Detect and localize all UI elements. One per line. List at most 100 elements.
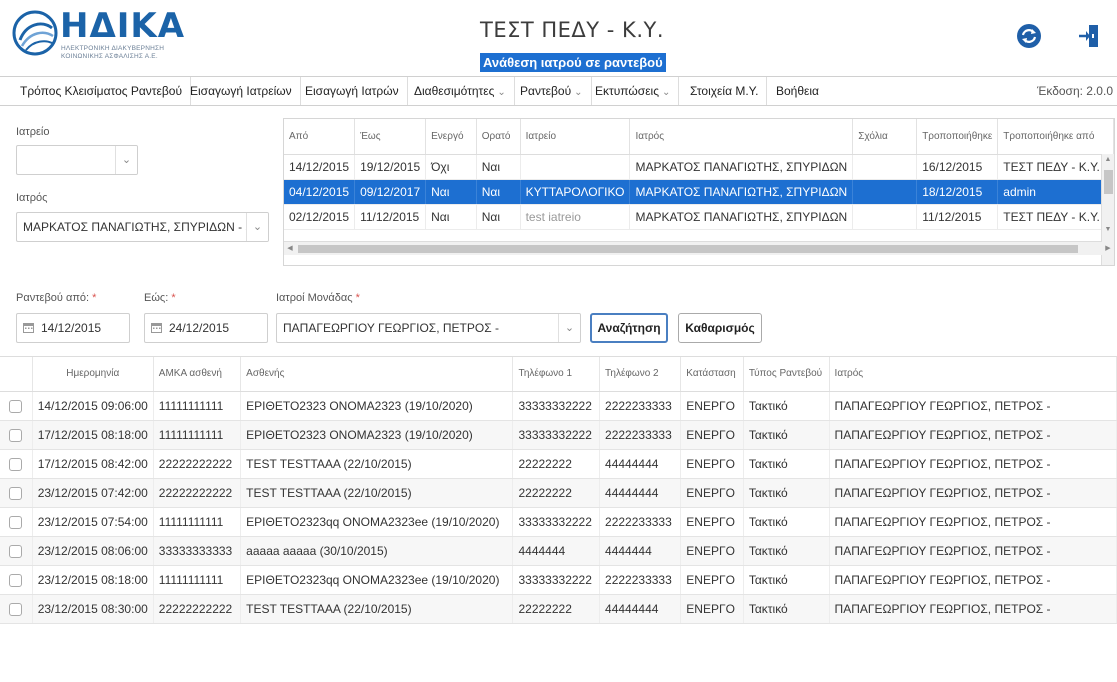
col-doctor[interactable]: Ιατρός bbox=[829, 357, 1117, 392]
appointment-row[interactable]: 23/12/2015 07:42:00 22222222222 TEST TES… bbox=[0, 478, 1117, 508]
cell-patient: TEST TESTTAAA (22/10/2015) bbox=[240, 594, 514, 624]
appointment-row[interactable]: 17/12/2015 08:42:00 22222222222 TEST TES… bbox=[0, 449, 1117, 479]
col-from[interactable]: Από bbox=[284, 119, 356, 155]
col-phone2[interactable]: Τηλέφωνο 2 bbox=[599, 357, 682, 392]
appointment-row[interactable]: 23/12/2015 07:54:00 11111111111 ΕΡΙΘΕΤΟ2… bbox=[0, 507, 1117, 537]
cell-modified-by: ΤΕΣΤ ΠΕΔΥ - Κ.Υ. bbox=[997, 154, 1114, 180]
menu-appointment-closing-mode[interactable]: Τρόπος Κλεισίματος Ραντεβού bbox=[12, 77, 192, 105]
chevron-down-icon: ⌄ bbox=[246, 213, 268, 241]
app-title: ΤΕΣΤ ΠΕΔΥ - Κ.Υ. bbox=[480, 18, 664, 42]
menu-help[interactable]: Βοήθεια bbox=[768, 77, 827, 105]
menu-availabilities[interactable]: Διαθεσιμότητες ⌄ bbox=[406, 77, 515, 105]
row-checkbox[interactable] bbox=[9, 515, 23, 529]
cell-phone2: 2222233333 bbox=[599, 420, 682, 450]
col-amka[interactable]: ΑΜΚΑ ασθενή bbox=[153, 357, 242, 392]
refresh-icon[interactable] bbox=[1016, 23, 1042, 49]
appointment-row[interactable]: 23/12/2015 08:18:00 11111111111 ΕΡΙΘΕΤΟ2… bbox=[0, 565, 1117, 595]
menu-unit-details[interactable]: Στοιχεία Μ.Υ. bbox=[682, 77, 768, 105]
cell-patient: ΕΡΙΘΕΤΟ2323qq ΟΝΟΜΑ2323ee (19/10/2020) bbox=[240, 565, 514, 595]
cell-phone2: 4444444 bbox=[599, 536, 682, 566]
row-checkbox-cell bbox=[0, 478, 33, 508]
cell-status: ΕΝΕΡΓΟ bbox=[680, 391, 744, 421]
col-doctor[interactable]: Ιατρός bbox=[629, 119, 854, 155]
cell-phone2: 2222233333 bbox=[599, 391, 682, 421]
row-checkbox[interactable] bbox=[9, 428, 23, 442]
appointment-row[interactable]: 17/12/2015 08:18:00 11111111111 ΕΡΙΘΕΤΟ2… bbox=[0, 420, 1117, 450]
scroll-right-icon[interactable]: ▶ bbox=[1102, 242, 1114, 256]
col-clinic[interactable]: Ιατρείο bbox=[520, 119, 631, 155]
brand-name: ΗΔΙΚΑ bbox=[60, 6, 186, 46]
logout-icon[interactable] bbox=[1077, 23, 1103, 49]
row-checkbox-cell bbox=[0, 507, 33, 537]
cell-phone1: 33333332222 bbox=[512, 420, 601, 450]
logo-swirl-icon bbox=[12, 10, 58, 56]
cell-doctor: ΠΑΠΑΓΕΩΡΓΙΟΥ ΓΕΩΡΓΙΟΣ, ΠΕΤΡΟΣ - bbox=[829, 565, 1117, 595]
row-checkbox-cell bbox=[0, 594, 33, 624]
col-patient[interactable]: Ασθενής bbox=[240, 357, 514, 392]
col-comments[interactable]: Σχόλια bbox=[852, 119, 918, 155]
cell-appointment-type: Τακτικό bbox=[743, 565, 830, 595]
col-date[interactable]: Ημερομηνία bbox=[32, 357, 154, 392]
cell-active: Όχι bbox=[425, 154, 477, 180]
menu-printouts[interactable]: Εκτυπώσεις ⌄ bbox=[587, 77, 680, 105]
cell-doctor: ΜΑΡΚΑΤΟΣ ΠΑΝΑΓΙΩΤΗΣ, ΣΠΥΡΙΔΩΝ bbox=[629, 154, 854, 180]
doctor-select[interactable]: ΜΑΡΚΑΤΟΣ ΠΑΝΑΓΙΩΤΗΣ, ΣΠΥΡΙΔΩΝ - 5000 ⌄ bbox=[16, 212, 269, 242]
scrollbar-thumb[interactable] bbox=[298, 245, 1078, 253]
search-button[interactable]: Αναζήτηση bbox=[590, 313, 668, 343]
date-to-field[interactable]: 24/12/2015 bbox=[144, 313, 268, 343]
cell-phone1: 33333332222 bbox=[512, 391, 601, 421]
scroll-up-icon[interactable]: ▲ bbox=[1102, 154, 1114, 166]
menu-appointments[interactable]: Ραντεβού ⌄ bbox=[512, 77, 592, 105]
cell-visible: Ναι bbox=[476, 154, 521, 180]
cell-patient: ΕΡΙΘΕΤΟ2323qq ΟΝΟΜΑ2323ee (19/10/2020) bbox=[240, 507, 514, 537]
cell-amka: 22222222222 bbox=[153, 478, 242, 508]
appointments-grid: Ημερομηνία ΑΜΚΑ ασθενή Ασθενής Τηλέφωνο … bbox=[0, 356, 1117, 624]
cell-modified: 18/12/2015 bbox=[916, 179, 999, 205]
cell-amka: 11111111111 bbox=[153, 507, 242, 537]
idika-logo: ΗΔΙΚΑ ΗΛΕΚΤΡΟΝΙΚΗ ΔΙΑΚΥΒΕΡΝΗΣΗ ΚΟΙΝΩΝΙΚΗ… bbox=[12, 6, 184, 60]
cell-doctor: ΠΑΠΑΓΕΩΡΓΙΟΥ ΓΕΩΡΓΙΟΣ, ΠΕΤΡΟΣ - bbox=[829, 536, 1117, 566]
cell-amka: 11111111111 bbox=[153, 565, 242, 595]
col-appointment-type[interactable]: Τύπος Ραντεβού bbox=[743, 357, 830, 392]
col-modified[interactable]: Τροποποιήθηκε bbox=[916, 119, 999, 155]
col-status[interactable]: Κατάσταση bbox=[680, 357, 744, 392]
cell-amka: 11111111111 bbox=[153, 391, 242, 421]
clear-button[interactable]: Καθαρισμός bbox=[678, 313, 762, 343]
chevron-down-icon: ⌄ bbox=[662, 87, 671, 98]
cell-date: 17/12/2015 08:42:00 bbox=[32, 449, 154, 479]
col-phone1[interactable]: Τηλέφωνο 1 bbox=[512, 357, 601, 392]
col-visible[interactable]: Ορατό bbox=[476, 119, 521, 155]
cell-doctor: ΜΑΡΚΑΤΟΣ ΠΑΝΑΓΙΩΤΗΣ, ΣΠΥΡΙΔΩΝ bbox=[629, 179, 854, 205]
appointment-row[interactable]: 14/12/2015 09:06:00 11111111111 ΕΡΙΘΕΤΟ2… bbox=[0, 391, 1117, 421]
cell-date: 23/12/2015 08:30:00 bbox=[32, 594, 154, 624]
cell-amka: 33333333333 bbox=[153, 536, 242, 566]
appointment-row[interactable]: 23/12/2015 08:06:00 33333333333 aaaaa aa… bbox=[0, 536, 1117, 566]
cell-comments bbox=[852, 154, 918, 180]
date-from-field[interactable]: 14/12/2015 bbox=[16, 313, 130, 343]
row-checkbox[interactable] bbox=[9, 399, 23, 413]
clinic-select[interactable]: ⌄ bbox=[16, 145, 138, 175]
availability-row[interactable]: 02/12/2015 11/12/2015 Ναι Ναι test iatre… bbox=[284, 204, 1114, 230]
menu-insert-clinics[interactable]: Εισαγωγή Ιατρείων bbox=[182, 77, 301, 105]
scroll-down-icon[interactable]: ▼ bbox=[1102, 224, 1114, 236]
availability-row-selected[interactable]: 04/12/2015 09/12/2017 Ναι Ναι ΚΥΤΤΑΡΟΛΟΓ… bbox=[284, 179, 1114, 205]
unit-doctors-select[interactable]: ΠΑΠΑΓΕΩΡΓΙΟΥ ΓΕΩΡΓΙΟΣ, ΠΕΤΡΟΣ - ⌄ bbox=[276, 313, 581, 343]
row-checkbox[interactable] bbox=[9, 544, 23, 558]
row-checkbox[interactable] bbox=[9, 457, 23, 471]
cell-amka: 22222222222 bbox=[153, 594, 242, 624]
col-active[interactable]: Ενεργό bbox=[425, 119, 477, 155]
scrollbar-thumb[interactable] bbox=[1104, 170, 1113, 194]
appointment-row[interactable]: 23/12/2015 08:30:00 22222222222 TEST TES… bbox=[0, 594, 1117, 624]
availability-header-row: Από Έως Ενεργό Ορατό Ιατρείο Ιατρός Σχόλ… bbox=[284, 119, 1114, 155]
row-checkbox[interactable] bbox=[9, 486, 23, 500]
availability-row[interactable]: 14/12/2015 19/12/2015 Όχι Ναι ΜΑΡΚΑΤΟΣ Π… bbox=[284, 154, 1114, 180]
row-checkbox-cell bbox=[0, 565, 33, 595]
horizontal-scrollbar[interactable]: ◀ ▶ bbox=[284, 241, 1111, 256]
menu-insert-doctors[interactable]: Εισαγωγή Ιατρών bbox=[297, 77, 408, 105]
row-checkbox[interactable] bbox=[9, 573, 23, 587]
col-modified-by[interactable]: Τροποποιήθηκε από bbox=[997, 119, 1114, 155]
scroll-left-icon[interactable]: ◀ bbox=[284, 242, 296, 256]
col-to[interactable]: Έως bbox=[354, 119, 427, 155]
row-checkbox[interactable] bbox=[9, 602, 23, 616]
cell-phone1: 22222222 bbox=[512, 594, 601, 624]
